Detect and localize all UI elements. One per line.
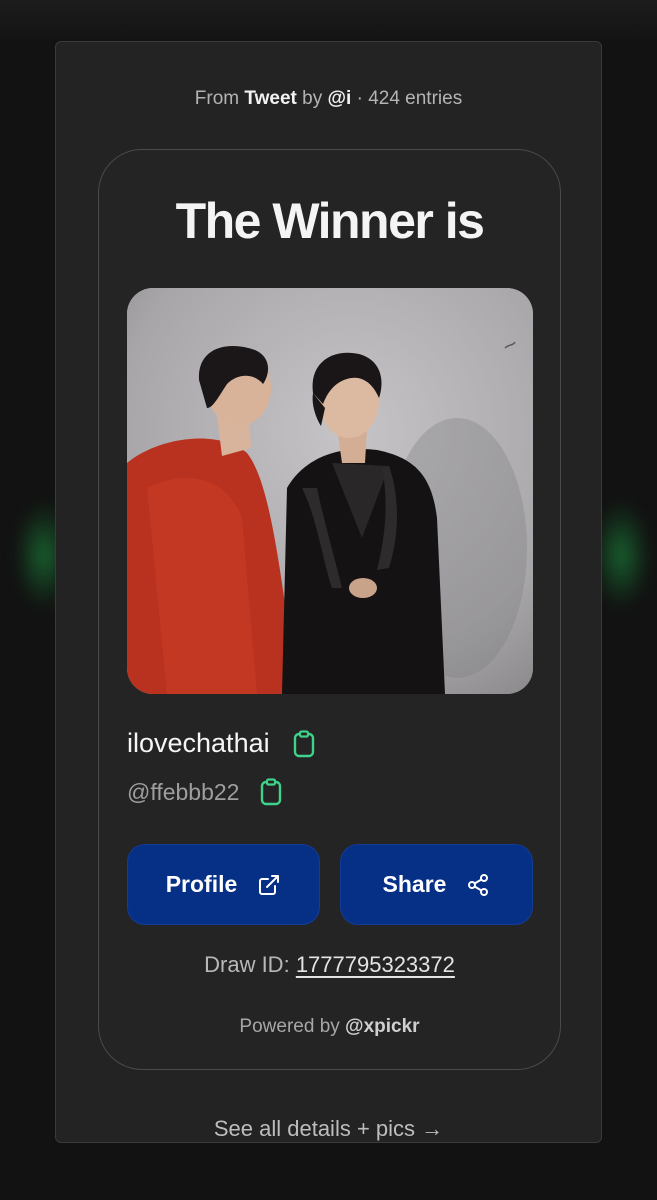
- background-header-blur: [0, 0, 657, 40]
- powered-by-line: Powered by @xpickr: [99, 1016, 560, 1038]
- source-author: @i: [327, 88, 352, 109]
- winner-name-row: ilovechathai: [127, 728, 316, 759]
- external-link-icon: [259, 874, 280, 895]
- powered-by-prefix: Powered by: [239, 1016, 340, 1037]
- entries-count: 424 entries: [368, 88, 463, 109]
- share-icon: [468, 873, 489, 896]
- powered-by-brand[interactable]: @xpickr: [345, 1016, 420, 1037]
- winner-card: The Winner is ilovechathai @ffebbb22 Pro…: [98, 149, 561, 1070]
- winner-photo-illustration: [127, 288, 533, 694]
- draw-id-link[interactable]: 1777795323372: [296, 952, 455, 977]
- profile-button-label: Profile: [165, 871, 238, 897]
- winner-display-name: ilovechathai: [127, 728, 270, 758]
- share-button-label: Share: [382, 871, 447, 897]
- draw-id-line: Draw ID: 1777795323372: [99, 952, 560, 978]
- see-all-details-link[interactable]: See all details + pics →: [56, 1116, 601, 1142]
- copy-handle-clipboard-icon[interactable]: [259, 778, 283, 806]
- copy-name-clipboard-icon[interactable]: [292, 729, 316, 758]
- source-type: Tweet: [244, 88, 297, 109]
- winner-headline: The Winner is: [175, 193, 485, 249]
- profile-button[interactable]: Profile: [127, 844, 320, 925]
- draw-id-label: Draw ID:: [204, 952, 290, 977]
- source-prefix: From: [194, 88, 240, 109]
- winner-modal: From Tweet by @i · 424 entries The Winne…: [55, 41, 602, 1143]
- source-separator: ·: [356, 88, 363, 109]
- winner-handle: @ffebbb22: [127, 778, 240, 805]
- winner-handle-row: @ffebbb22: [127, 778, 283, 806]
- source-line: From Tweet by @i · 424 entries: [56, 88, 601, 110]
- share-button[interactable]: Share: [340, 844, 533, 925]
- source-by: by: [302, 88, 323, 109]
- winner-photo: [127, 288, 533, 694]
